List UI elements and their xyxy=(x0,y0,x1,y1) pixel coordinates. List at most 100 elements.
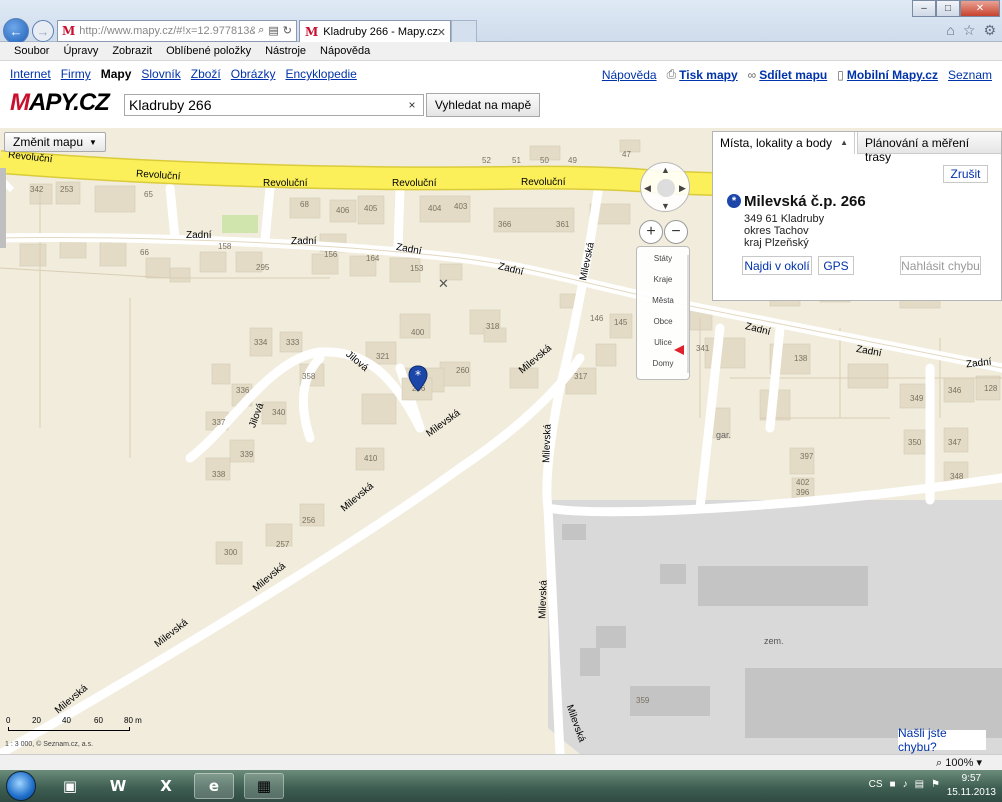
page-zoom[interactable]: ⌕ 100% ▾ xyxy=(936,756,982,770)
tray-icon[interactable]: ■ xyxy=(890,779,896,790)
word-icon[interactable]: W xyxy=(98,773,138,799)
pan-right-icon[interactable]: ▶ xyxy=(679,183,686,194)
zoom-level-regions[interactable]: Kraje xyxy=(637,275,689,284)
menu-item-edit[interactable]: Úpravy xyxy=(63,45,98,57)
search-icon[interactable]: ⌕ xyxy=(258,24,264,37)
scale-label: 40 xyxy=(62,716,71,725)
change-map-button[interactable]: Změnit mapu ▼ xyxy=(4,132,106,152)
house-number: 404 xyxy=(428,204,442,213)
house-number: 146 xyxy=(590,314,604,323)
network-icon[interactable]: ▤ xyxy=(915,779,924,790)
clear-search-icon[interactable]: × xyxy=(404,97,420,113)
report-error-button[interactable]: Nahlásit chybu xyxy=(900,256,981,275)
nav-slovnik[interactable]: Slovník xyxy=(141,67,180,81)
house-number: 300 xyxy=(224,548,238,557)
share-map-link[interactable]: Sdílet mapu xyxy=(759,68,827,82)
magnifier-icon: ⌕ xyxy=(936,757,943,769)
nav-zbozi[interactable]: Zboží xyxy=(191,67,221,81)
address-bar[interactable]: M http://www.mapy.cz/#!x=12.977813&y= ⌕ … xyxy=(57,20,297,42)
clock[interactable]: 9:57 15.11.2013 xyxy=(947,772,996,800)
back-button[interactable]: ← xyxy=(3,18,29,44)
tab-mapy[interactable]: M Kladruby 266 - Mapy.cz ✕ xyxy=(299,20,451,43)
tab-places[interactable]: Místa, lokality a body ▲ xyxy=(713,132,855,154)
link-icon: ∞ xyxy=(747,67,757,82)
collapse-icon[interactable]: ▲ xyxy=(840,138,848,147)
home-icon[interactable]: ⌂ xyxy=(946,22,954,39)
menu-item-help[interactable]: Nápověda xyxy=(320,45,370,57)
menu-item-tools[interactable]: Nástroje xyxy=(265,45,306,57)
pan-control[interactable]: ▲ ▼ ◀ ▶ xyxy=(640,162,690,212)
chevron-down-icon: ▼ xyxy=(89,137,97,147)
compat-icon[interactable]: ▤ xyxy=(268,24,278,37)
excel-icon[interactable]: X xyxy=(146,773,186,799)
flag-icon[interactable]: ⚑ xyxy=(931,779,940,790)
help-link[interactable]: Nápověda xyxy=(602,68,657,82)
house-number: 295 xyxy=(256,263,270,272)
house-number: 50 xyxy=(540,156,549,165)
nav-firmy[interactable]: Firmy xyxy=(61,67,91,81)
zoom-out-button[interactable]: − xyxy=(664,220,688,244)
search-on-map-button[interactable]: Vyhledat na mapě xyxy=(426,93,540,117)
house-number: 366 xyxy=(498,220,512,229)
nav-mapy[interactable]: Mapy xyxy=(101,67,132,81)
pan-down-icon[interactable]: ▼ xyxy=(661,201,670,211)
gps-button[interactable]: GPS xyxy=(818,256,854,275)
house-number: 158 xyxy=(218,242,232,251)
find-nearby-button[interactable]: Najdi v okolí xyxy=(742,256,812,275)
cancel-button[interactable]: Zrušit xyxy=(943,165,988,183)
found-error-link[interactable]: Našli jste chybu? xyxy=(898,726,986,754)
menu-item-file[interactable]: Soubor xyxy=(14,45,49,57)
mapy-logo[interactable]: MAPY.CZ xyxy=(10,89,110,117)
close-window-button[interactable]: ✕ xyxy=(960,0,1000,17)
search-input[interactable] xyxy=(124,94,424,116)
house-number: 350 xyxy=(908,438,922,447)
browser-toolbar-icons: ⌂ ☆ ⚙ xyxy=(946,22,996,39)
favorites-icon[interactable]: ☆ xyxy=(963,22,976,39)
new-tab-button[interactable] xyxy=(451,20,477,42)
zoom-track xyxy=(687,255,689,373)
start-button[interactable] xyxy=(6,771,36,801)
house-number: 405 xyxy=(364,204,378,213)
printer-icon: ⎙ xyxy=(666,67,677,81)
place-title[interactable]: Milevská č.p. 266 xyxy=(744,193,866,210)
house-number: 340 xyxy=(272,408,286,417)
zoom-level-houses[interactable]: Domy xyxy=(637,359,689,368)
menu-item-view[interactable]: Zobrazit xyxy=(112,45,152,57)
internet-explorer-icon[interactable]: e xyxy=(194,773,234,799)
zoom-level-slider[interactable]: Státy Kraje Města Obce Ulice Domy xyxy=(636,246,690,380)
house-number: 66 xyxy=(140,248,149,257)
location-marker-icon[interactable]: * xyxy=(406,364,430,394)
gear-icon[interactable]: ⚙ xyxy=(983,22,996,39)
volume-icon[interactable]: ♪ xyxy=(903,779,908,790)
seznam-link[interactable]: Seznam xyxy=(948,68,992,82)
street-label: Revoluční xyxy=(521,177,566,188)
tab-route-planning[interactable]: Plánování a měření trasy xyxy=(857,132,1001,164)
address-tools: ⌕ ▤ ↻ xyxy=(255,24,292,37)
mobile-maps-link[interactable]: Mobilní Mapy.cz xyxy=(847,68,938,82)
refresh-icon[interactable]: ↻ xyxy=(283,24,292,37)
zoom-in-button[interactable]: + xyxy=(639,220,663,244)
pan-left-icon[interactable]: ◀ xyxy=(644,183,651,194)
print-map-link[interactable]: Tisk mapy xyxy=(679,68,737,82)
zoom-level-states[interactable]: Státy xyxy=(637,254,689,263)
nav-obrazky[interactable]: Obrázky xyxy=(231,67,276,81)
building xyxy=(698,566,868,606)
minimize-button[interactable]: – xyxy=(912,0,936,17)
language-indicator[interactable]: CS xyxy=(869,779,883,790)
pan-up-icon[interactable]: ▲ xyxy=(661,165,670,175)
system-tray: CS ■ ♪ ▤ ⚑ xyxy=(869,779,940,790)
zoom-value: 100% xyxy=(945,757,974,769)
menu-item-favorites[interactable]: Oblíbené položky xyxy=(166,45,251,57)
zoom-level-towns[interactable]: Obce xyxy=(637,317,689,326)
nav-encyklopedie[interactable]: Encyklopedie xyxy=(285,67,356,81)
floppy-icon[interactable]: ▣ xyxy=(50,773,90,799)
app-icon[interactable]: ▦ xyxy=(244,773,284,799)
nav-internet[interactable]: Internet xyxy=(10,67,51,81)
maximize-button[interactable]: □ xyxy=(936,0,960,17)
zoom-level-cities[interactable]: Města xyxy=(637,296,689,305)
search-result-panel: Místa, lokality a body ▲ Plánování a měř… xyxy=(712,131,1002,301)
house-number: 410 xyxy=(364,454,378,463)
forward-button[interactable]: → xyxy=(32,20,54,42)
zoom-position-marker[interactable] xyxy=(674,345,684,355)
close-tab-icon[interactable]: ✕ xyxy=(437,26,446,39)
